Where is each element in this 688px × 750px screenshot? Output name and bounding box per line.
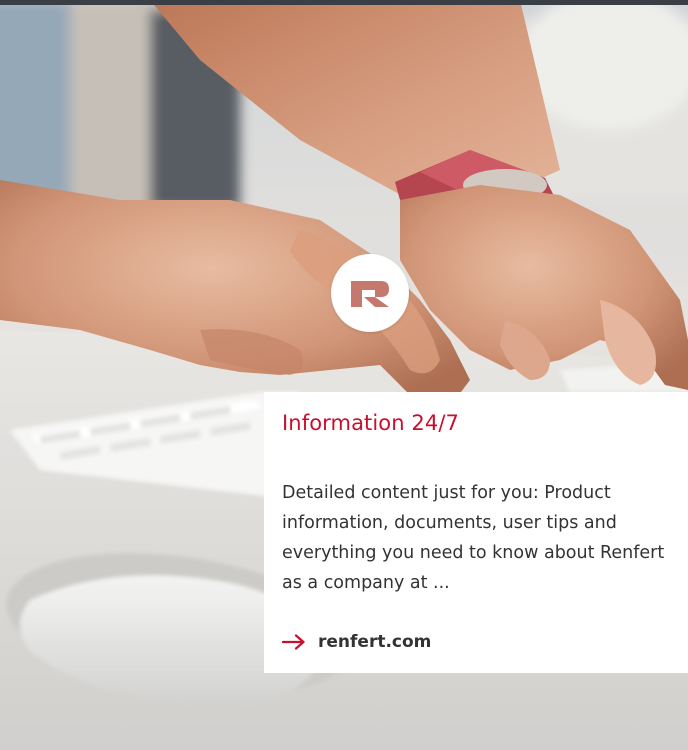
card-description: Detailed content just for you: Product i… <box>282 483 665 593</box>
arrow-right-icon <box>282 634 305 650</box>
renfert-logo <box>331 254 409 332</box>
info-card: Information 24/7 Detailed content just f… <box>264 392 688 673</box>
promo-banner: Information 24/7 Detailed content just f… <box>0 0 688 750</box>
renfert-link[interactable]: renfert.com <box>282 632 431 652</box>
card-title: Information 24/7 <box>282 411 459 435</box>
link-label: renfert.com <box>318 632 432 652</box>
renfert-r-logo-icon <box>351 281 389 307</box>
top-edge-bar <box>0 0 688 5</box>
